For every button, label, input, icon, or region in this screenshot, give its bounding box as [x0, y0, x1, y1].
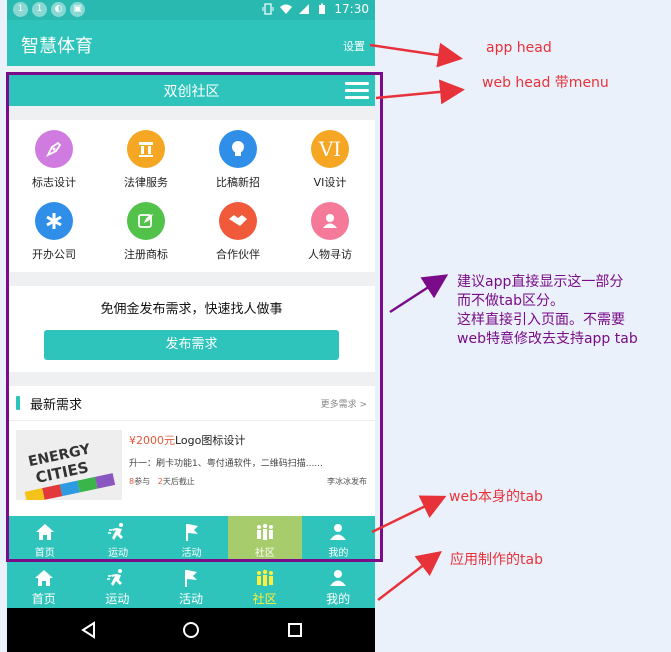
annotation-web-head: web head 带menu — [482, 75, 609, 91]
annotation-suggestion: 建议app直接显示这一部分 而不做tab区分。 这样直接引入页面。不需要 web… — [457, 273, 638, 349]
annotation-line: 这样直接引入页面。不需要 — [457, 312, 625, 328]
arrow-suggestion — [389, 274, 449, 314]
annotation-line: 而不做tab区分。 — [457, 293, 564, 309]
annotation-web-tab: web本身的tab — [449, 489, 543, 505]
arrow-app-head — [369, 42, 463, 68]
arrow-web-head — [375, 79, 465, 105]
annotation-app-tab: 应用制作的tab — [450, 552, 543, 568]
annotation-line: web特意修改去支持app tab — [457, 331, 638, 347]
arrow-web-tab — [371, 495, 447, 534]
annotation-line: 建议app直接显示这一部分 — [457, 274, 624, 290]
annotation-app-head: app head — [486, 40, 552, 56]
arrow-app-tab — [377, 550, 442, 601]
